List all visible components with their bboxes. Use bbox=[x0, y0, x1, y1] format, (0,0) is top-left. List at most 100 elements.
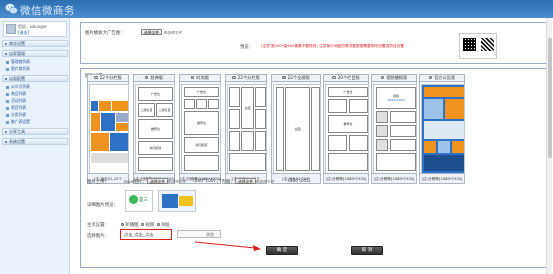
detail-preview-image-2 bbox=[158, 190, 196, 212]
sidebar-section-business[interactable]: 商业设置 bbox=[2, 40, 68, 47]
logo-size: (200*100) bbox=[193, 179, 216, 184]
block-video-size: 2560x1920 bbox=[387, 98, 405, 102]
user-panel: 您好，ubunger [退出] bbox=[3, 21, 67, 37]
block-recommend: 推荐位 bbox=[328, 115, 368, 133]
template-1-radio[interactable] bbox=[94, 75, 98, 80]
sidebar-section-store[interactable]: 店面配置 bbox=[2, 75, 68, 82]
block-recommend: 推荐位 bbox=[138, 119, 173, 139]
detail-preview-image: 是三 bbox=[125, 190, 153, 212]
template-7-size: (注:分辨率[1080*1920] bbox=[372, 173, 416, 183]
template-card-6[interactable]: 20个栏目版 广告位 推荐位 (注:分辨率[1080*1920] bbox=[323, 74, 369, 184]
template-card-5[interactable]: 22个全屏版 主图 (注:适合21,22个 bbox=[271, 74, 321, 184]
ad-choose-file-button[interactable]: 选择文件 bbox=[235, 178, 257, 184]
block-ad: 广告位 bbox=[138, 87, 173, 101]
block-main: 主图 bbox=[285, 87, 310, 171]
preview-label: 预览： bbox=[240, 45, 254, 50]
sidebar-item-products[interactable]: 商品列表 bbox=[6, 91, 26, 97]
logout-link[interactable]: [退出] bbox=[18, 30, 29, 36]
option-video[interactable]: 视频 bbox=[141, 222, 154, 228]
block-ad: 广告位 bbox=[184, 87, 219, 97]
block-video: 视频 2560x1920 bbox=[376, 87, 416, 109]
scrollbar-thumb[interactable] bbox=[548, 38, 552, 158]
template-3-name: 时尚版 bbox=[196, 75, 209, 80]
template-2-preview: 广告位 二级栏目 二级栏目 推荐位 新闻频道 bbox=[135, 84, 175, 174]
block-news: 二级栏目 bbox=[156, 103, 173, 117]
big-ad-choose-file-button[interactable]: 选择文件 bbox=[141, 29, 163, 35]
block-news: 二级栏目 bbox=[138, 103, 155, 117]
sidebar-section-shop[interactable]: 店家管理 bbox=[2, 50, 68, 57]
choose-image-value: 点击_点击_点击 bbox=[124, 232, 154, 237]
ad-size: (310*245) bbox=[288, 179, 311, 184]
preview-image bbox=[459, 33, 497, 59]
option-url[interactable]: 网址 bbox=[157, 222, 170, 228]
ad-settings-panel: 图片模板大广告图： 选择文件 未选择文件 预览： (注意:宽200*高600像素… bbox=[80, 22, 550, 64]
main-content: 图片模板大广告图： 选择文件 未选择文件 预览： (注意:宽200*高600像素… bbox=[73, 18, 553, 274]
template-4-radio[interactable] bbox=[232, 75, 236, 80]
template-3-preview: 广告位 推荐位 新闻频道 bbox=[181, 84, 221, 174]
sidebar-item-accounts[interactable]: 公众号列表 bbox=[6, 84, 30, 90]
template-8-radio[interactable] bbox=[428, 75, 433, 80]
annotation-arrow-icon bbox=[194, 241, 261, 251]
option-url-radio[interactable] bbox=[157, 222, 161, 226]
option-carousel-radio[interactable] bbox=[121, 222, 125, 226]
sidebar-section-share[interactable]: 分享工具 bbox=[2, 128, 68, 135]
template-card-1-header: 22个分栏版 bbox=[88, 75, 128, 82]
template-card-2-header: 经典版 bbox=[134, 75, 174, 82]
logo-choose-file-button[interactable]: 选择文件 bbox=[147, 178, 169, 184]
template-4-preview: 主图 bbox=[227, 84, 267, 174]
avatar bbox=[6, 24, 16, 34]
template-1-name: 22个分栏版 bbox=[99, 75, 122, 80]
option-url-label: 网址 bbox=[161, 223, 171, 228]
block-ad: 广告位 bbox=[328, 87, 368, 97]
confirm-button[interactable]: 确 定 bbox=[266, 246, 298, 255]
sidebar-item-events[interactable]: 活动列表 bbox=[6, 98, 26, 104]
template-card-2[interactable]: 经典版 广告位 二级栏目 二级栏目 推荐位 新闻频道 (注:分辨率[1080*1… bbox=[133, 74, 175, 184]
template-7-name: 视频播报版 bbox=[386, 75, 408, 80]
template-5-radio[interactable] bbox=[282, 75, 286, 80]
preview-hint: (注意:宽200*高600像素不要修改) 注意单行间距的情况要根据需要修改设置选… bbox=[261, 44, 404, 48]
option-carousel-label: 轮播图 bbox=[125, 223, 139, 228]
scrollbar[interactable] bbox=[546, 18, 552, 274]
template-card-7[interactable]: 视频播报版 视频 2560x1920 (注:分辨率[1080*1920] bbox=[371, 74, 417, 184]
logo-label: logo图片： bbox=[124, 180, 147, 185]
browse-label: 浏览 bbox=[206, 232, 214, 237]
option-carousel[interactable]: 轮播图 bbox=[121, 222, 139, 228]
template-6-radio[interactable] bbox=[332, 75, 336, 80]
template-card-8-header: 官方公告版 bbox=[420, 75, 464, 82]
template-6-size: (注:分辨率[1080*1920] bbox=[324, 173, 368, 183]
app-header: 微信微商务 bbox=[0, 0, 553, 18]
wechat-logo-icon bbox=[5, 3, 18, 14]
template-card-4[interactable]: 22个分栏版 主图 (注:适合21,22个 bbox=[225, 74, 267, 184]
template-card-3[interactable]: 时尚版 广告位 推荐位 新闻频道 (注:分辨率[1080*1920] bbox=[179, 74, 221, 184]
template-3-radio[interactable] bbox=[191, 75, 195, 80]
sidebar-item-images[interactable]: 图片商列表 bbox=[6, 66, 30, 72]
sidebar-section-system[interactable]: 系统设置 bbox=[2, 138, 68, 145]
option-video-radio[interactable] bbox=[141, 222, 145, 226]
sidebar-item-classes[interactable]: 分类列表 bbox=[6, 112, 26, 118]
template-card-8[interactable]: 官方公告版 (注:分辨率[1080*1920] bbox=[419, 74, 465, 184]
template-card-1[interactable]: 22个分栏版 (注:适合21,22个 bbox=[87, 74, 129, 184]
block-main: 主图 bbox=[241, 87, 254, 129]
template-4-name: 22个分栏版 bbox=[237, 75, 260, 80]
template-5-preview: 主图 bbox=[273, 84, 321, 174]
option-video-label: 视频 bbox=[145, 223, 155, 228]
block-recommend: 推荐位 bbox=[184, 111, 219, 135]
ad-image-label: 广告图： bbox=[217, 180, 235, 185]
block-news-channel: 新闻频道 bbox=[184, 137, 219, 153]
sidebar-item-promo[interactable]: 推广表设置 bbox=[6, 119, 30, 125]
template-6-name: 20个栏目版 bbox=[337, 75, 360, 80]
template-1-preview bbox=[89, 84, 129, 174]
template-8-name: 官方公告版 bbox=[434, 75, 456, 80]
sidebar-item-categories[interactable]: 类目列表 bbox=[6, 105, 26, 111]
detail-preview-text: 是三 bbox=[139, 198, 148, 203]
choose-image-browse[interactable]: 浏览 bbox=[177, 230, 221, 238]
template-6-preview: 广告位 推荐位 bbox=[325, 84, 369, 174]
block-news-channel: 新闻频道 bbox=[138, 141, 173, 155]
choose-image-field[interactable]: 点击_点击_点击 bbox=[120, 229, 172, 240]
cancel-button[interactable]: 取 消 bbox=[351, 246, 383, 255]
template-7-preview: 视频 2560x1920 bbox=[373, 84, 417, 174]
template-2-radio[interactable] bbox=[145, 75, 149, 80]
template-2-name: 经典版 bbox=[150, 75, 163, 80]
template-7-radio[interactable] bbox=[380, 75, 385, 80]
sidebar-item-managers[interactable]: 管理商列表 bbox=[6, 59, 30, 65]
